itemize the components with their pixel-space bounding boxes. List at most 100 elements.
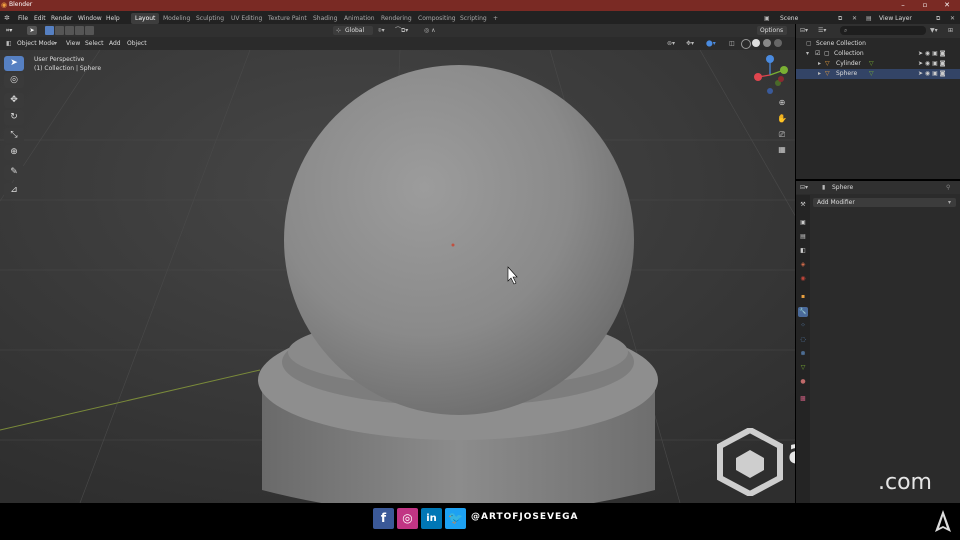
navigation-gizmo[interactable] [748,53,792,97]
select-new-icon[interactable] [45,26,54,35]
outliner-row-scene-collection[interactable]: ▢ Scene Collection [796,39,960,49]
wireframe-shading-icon[interactable] [741,39,751,49]
scale-tool[interactable]: ⤡ [4,128,24,143]
render-tab-icon[interactable]: ▣ [798,218,808,228]
menu-help[interactable]: Help [106,13,120,24]
viewport-menu-object[interactable]: Object [127,38,147,49]
minimize-button[interactable]: – [892,0,914,11]
instagram-icon[interactable]: ◎ [397,508,418,529]
filter-icon[interactable]: ▼▾ [930,25,938,36]
maximize-button[interactable]: ▫ [914,0,936,11]
select-cursor-icon[interactable]: ➤ [27,26,37,35]
tab-rendering[interactable]: Rendering [377,13,416,24]
new-collection-icon[interactable]: ⊞ [948,25,953,36]
pan-hand-icon[interactable]: ✋ [775,112,789,126]
transform-orientation-dropdown[interactable]: ⊹ Global [333,26,373,35]
xray-icon[interactable]: ◫ [729,38,735,49]
object-tab-icon[interactable]: ▪ [798,292,808,302]
cursor-tool[interactable]: ◎ [4,73,24,88]
data-tab-icon[interactable]: ▽ [798,363,808,373]
tab-texture-paint[interactable]: Texture Paint [264,13,311,24]
outliner-search-input[interactable]: ⌕ [840,26,926,35]
options-dropdown[interactable]: Options [757,26,787,35]
physics-tab-icon[interactable]: ◌ [798,335,808,345]
scene-selector[interactable]: Scene [780,13,798,24]
checkbox-icon[interactable]: ☑ [815,49,820,59]
snapping-icon[interactable]: ⌒⧉▾ [395,25,408,36]
expand-arrow-icon[interactable]: ▸ [818,69,821,79]
outliner-editor-icon[interactable]: ⊟▾ [800,25,808,36]
move-tool[interactable]: ✥ [4,93,24,108]
viewport-menu-select[interactable]: Select [85,38,104,49]
blender-menu-icon[interactable]: ✲ [4,13,10,24]
scene-remove-icon[interactable]: ✕ [852,13,857,24]
menu-window[interactable]: Window [78,13,102,24]
world-tab-icon[interactable]: ◉ [798,274,808,284]
view-layer-tab-icon[interactable]: ◧ [798,246,808,256]
add-workspace-button[interactable]: + [489,13,502,24]
display-mode-icon[interactable]: ☰▾ [818,25,826,36]
select-subtract-icon[interactable] [65,26,74,35]
measure-tool[interactable]: ⊿ [4,183,24,198]
zoom-icon[interactable]: ⊕ [775,96,789,110]
row-icons[interactable]: ➤ ◉ ▣ ◙ [918,49,945,59]
select-invert-icon[interactable] [75,26,84,35]
row-icons[interactable]: ➤ ◉ ▣ ◙ [918,69,945,79]
solid-shading-icon[interactable] [752,39,760,47]
twitter-icon[interactable]: 🐦 [445,508,466,529]
pivot-point-icon[interactable]: ⌾▾ [378,25,385,36]
tool-tab-icon[interactable]: ⚒ [798,200,808,210]
expand-arrow-icon[interactable]: ▾ [806,49,809,59]
outliner-row-sphere[interactable]: ▸ ▽ Sphere ▽ ➤ ◉ ▣ ◙ [796,69,960,79]
select-intersect-icon[interactable] [85,26,94,35]
overlays-icon[interactable]: ⬤▾ [706,38,716,49]
tab-sculpting[interactable]: Sculpting [192,13,228,24]
expand-arrow-icon[interactable]: ▸ [818,59,821,69]
rotate-tool[interactable]: ↻ [4,110,24,125]
close-button[interactable]: ✕ [936,0,958,11]
material-shading-icon[interactable] [763,39,771,47]
view-layer-remove-icon[interactable]: ✕ [950,13,955,24]
facebook-icon[interactable]: f [373,508,394,529]
tab-layout[interactable]: Layout [131,13,160,24]
viewport-menu-add[interactable]: Add [109,38,121,49]
proportional-editing-icon[interactable]: ◎ ∧ [424,25,436,36]
tab-shading[interactable]: Shading [309,13,341,24]
tab-scripting[interactable]: Scripting [456,13,491,24]
properties-editor-icon[interactable]: ⊟▾ [800,182,808,193]
rendered-shading-icon[interactable] [774,39,782,47]
sphere-object[interactable] [284,65,634,415]
gizmo-y-axis[interactable] [780,66,788,74]
select-extend-icon[interactable] [55,26,64,35]
add-modifier-dropdown[interactable]: Add Modifier ▾ [813,198,956,207]
tab-compositing[interactable]: Compositing [414,13,460,24]
texture-tab-icon[interactable]: ▩ [798,394,808,404]
menu-render[interactable]: Render [51,13,72,24]
modifier-tab-icon[interactable]: 🔧 [798,307,808,317]
perspective-grid-icon[interactable]: ▦ [775,143,789,157]
constraints-tab-icon[interactable]: ⊗ [798,349,808,359]
select-box-tool[interactable]: ➤ [4,56,24,71]
tab-modeling[interactable]: Modeling [159,13,194,24]
gizmo-toggle-icon[interactable]: ✥▾ [686,38,694,49]
outliner-row-collection[interactable]: ▾ ☑ ▢ Collection ➤ ◉ ▣ ◙ [796,49,960,59]
editor-type-icon[interactable]: ⌗▾ [6,25,12,36]
tab-uv-editing[interactable]: UV Editing [227,13,266,24]
scene-tab-icon[interactable]: ◈ [798,260,808,270]
gizmo-z-axis[interactable] [766,55,774,63]
tab-animation[interactable]: Animation [340,13,379,24]
material-tab-icon[interactable]: ● [798,377,808,387]
object-mode-dropdown[interactable]: Object Mode [17,38,55,49]
viewport-menu-view[interactable]: View [66,38,80,49]
row-icons[interactable]: ➤ ◉ ▣ ◙ [918,59,945,69]
scene-copy-icon[interactable]: ⧉ [838,13,842,24]
view-layer-copy-icon[interactable]: ⧉ [936,13,940,24]
transform-tool[interactable]: ⊕ [4,145,24,160]
output-tab-icon[interactable]: ▤ [798,232,808,242]
pin-icon[interactable]: ⚲ [946,182,950,193]
3d-viewport[interactable]: User Perspective (1) Collection | Sphere… [0,50,795,503]
gizmo-x-axis[interactable] [754,73,762,81]
menu-file[interactable]: File [18,13,28,24]
visibility-icon[interactable]: ⊚▾ [667,38,675,49]
linkedin-icon[interactable]: in [421,508,442,529]
